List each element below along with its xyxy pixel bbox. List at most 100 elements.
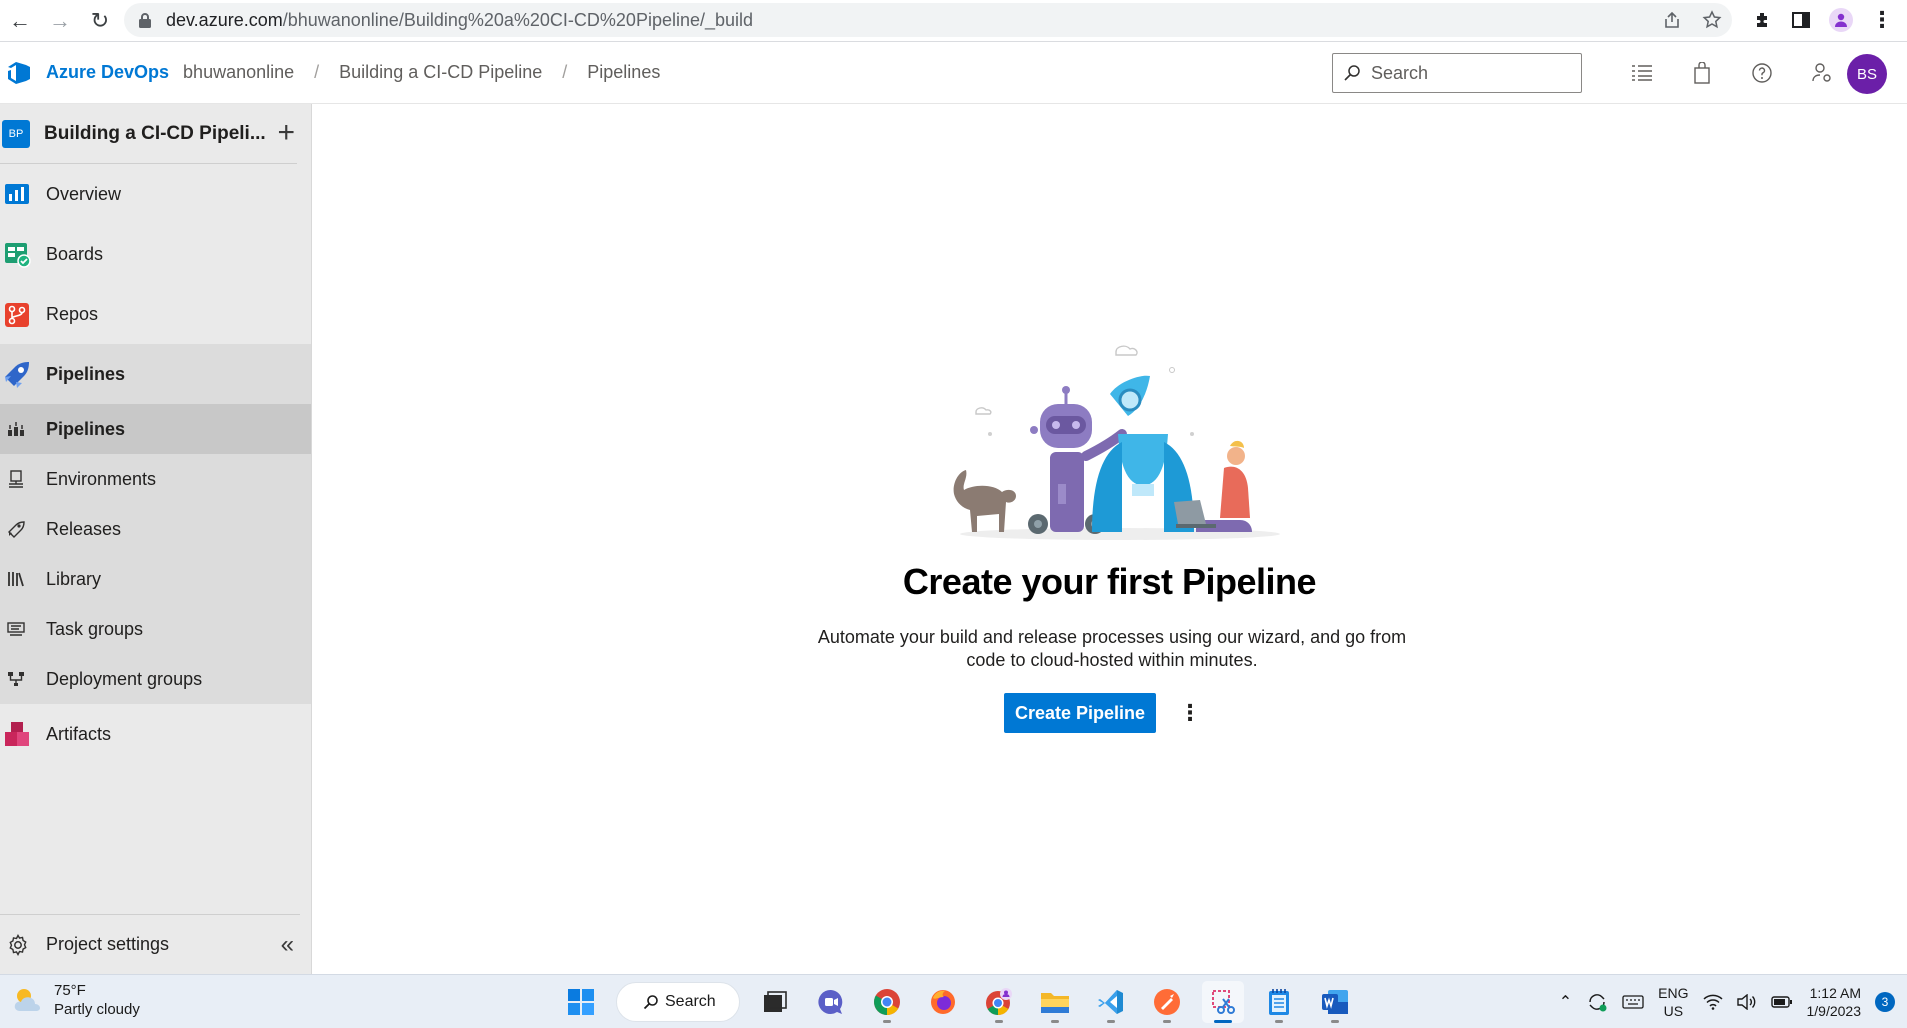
sidebar-subitem-deployment-groups[interactable]: Deployment groups (0, 654, 311, 704)
chevron-up-icon[interactable]: ⌃ (1559, 992, 1572, 1012)
sidebar-subitem-label: Task groups (46, 618, 144, 639)
project-settings-link[interactable]: Project settings « (0, 914, 300, 974)
brand-link[interactable]: Azure DevOps (46, 62, 169, 83)
sidebar-item-pipelines[interactable]: Pipelines (0, 344, 311, 404)
pipeline-illustration (953, 345, 1280, 540)
battery-icon[interactable] (1770, 995, 1793, 1009)
taskbar-app-postman[interactable] (1146, 981, 1188, 1023)
sidebar-item-label: Artifacts (46, 723, 112, 744)
reload-icon[interactable]: ↻ (80, 1, 120, 41)
sidebar-item-boards[interactable]: Boards (0, 224, 311, 284)
project-header[interactable]: BP Building a CI-CD Pipeli... + (0, 104, 311, 164)
sidebar-item-label: Pipelines (46, 363, 126, 384)
search-box[interactable]: Search (1332, 53, 1582, 93)
sidebar-subitem-library[interactable]: Library (0, 554, 311, 604)
add-icon[interactable]: + (277, 118, 295, 148)
breadcrumb-organization[interactable]: bhuwanonline (183, 62, 294, 83)
notification-badge[interactable]: 3 (1875, 992, 1895, 1012)
sidebar-subitem-label: Pipelines (46, 418, 126, 439)
url-path: /bhuwanonline/Building%20a%20CI-CD%20Pip… (282, 9, 754, 30)
user-settings-icon[interactable] (1792, 53, 1852, 93)
running-indicator (1163, 1020, 1171, 1023)
partly-cloudy-icon (14, 989, 40, 1011)
taskbar-app-firefox[interactable] (922, 981, 964, 1023)
snipping-tool-icon (1212, 990, 1235, 1014)
back-icon[interactable]: ← (0, 1, 40, 41)
clock-time: 1:12 AM (1809, 985, 1861, 1001)
taskbar-app-word[interactable] (1314, 981, 1356, 1023)
running-indicator (1107, 1020, 1115, 1023)
taskbar-app-chrome-profile[interactable] (978, 981, 1020, 1023)
pipelines-list-icon (6, 419, 26, 439)
collapse-sidebar-icon[interactable]: « (281, 931, 294, 959)
browser-toolbar: ← → ↻ dev.azure.com/bhuwanonline/Buildin… (0, 0, 1907, 42)
marketplace-bag-icon[interactable] (1672, 53, 1732, 93)
sidebar-subitem-label: Deployment groups (46, 668, 203, 689)
taskbar-app-file-explorer[interactable] (1034, 981, 1076, 1023)
sidebar-subitem-label: Releases (46, 518, 122, 539)
pipelines-submenu: Pipelines Environments Releases Library … (0, 404, 311, 704)
wifi-icon[interactable] (1702, 994, 1723, 1010)
sidebar-subitem-label: Library (46, 568, 102, 589)
start-button[interactable] (560, 981, 602, 1023)
keyboard-icon[interactable] (1622, 994, 1644, 1010)
page-description: Automate your build and release processe… (817, 627, 1407, 670)
share-icon[interactable] (1662, 10, 1682, 30)
repos-icon (2, 299, 32, 329)
notepad-icon (1269, 989, 1289, 1015)
sidebar-item-artifacts[interactable]: Artifacts (0, 704, 311, 764)
overview-icon (2, 179, 32, 209)
user-avatar[interactable]: BS (1847, 54, 1887, 94)
taskbar-app-snipping-tool[interactable] (1202, 981, 1244, 1023)
firefox-icon (931, 990, 955, 1014)
breadcrumb-project[interactable]: Building a CI-CD Pipeline (339, 62, 542, 83)
help-icon[interactable] (1732, 53, 1792, 93)
taskbar-app-vscode[interactable] (1090, 981, 1132, 1023)
system-tray: ⌃ ENG US 1:12 AM 1/9/2023 3 (1559, 979, 1895, 1025)
taskbar-app-chrome[interactable] (866, 981, 908, 1023)
taskbar-app-notepad[interactable] (1258, 981, 1300, 1023)
sync-icon[interactable] (1586, 992, 1608, 1012)
running-indicator (1051, 1020, 1059, 1023)
sidebar-item-overview[interactable]: Overview (0, 164, 311, 224)
address-bar[interactable]: dev.azure.com/bhuwanonline/Building%20a%… (124, 3, 1732, 37)
task-view-icon (764, 991, 787, 1012)
running-indicator (1214, 1020, 1232, 1023)
breadcrumb-pipelines[interactable]: Pipelines (587, 62, 660, 83)
volume-icon[interactable] (1736, 994, 1757, 1010)
sidebar-item-repos[interactable]: Repos (0, 284, 311, 344)
browser-profile-icon[interactable] (1829, 8, 1853, 32)
running-indicator (1331, 1020, 1339, 1023)
sidebar-subitem-environments[interactable]: Environments (0, 454, 311, 504)
running-indicator (1275, 1020, 1283, 1023)
forward-icon[interactable]: → (40, 1, 80, 41)
extensions-icon[interactable] (1753, 10, 1773, 30)
side-panel-icon[interactable] (1791, 10, 1811, 30)
project-name[interactable]: Building a CI-CD Pipeli... (44, 123, 266, 145)
project-badge: BP (2, 120, 30, 148)
project-sidebar: BP Building a CI-CD Pipeli... + Overview… (0, 104, 312, 974)
language-indicator[interactable]: ENG US (1658, 984, 1688, 1020)
work-items-list-icon[interactable] (1612, 53, 1672, 93)
weather-widget[interactable]: 75°F Partly cloudy (12, 981, 140, 1019)
environments-icon (6, 469, 26, 489)
bookmark-star-icon[interactable] (1702, 10, 1722, 30)
library-icon (6, 569, 26, 589)
more-options-icon[interactable]: ⋮ (1176, 693, 1204, 733)
chrome-icon (874, 989, 900, 1015)
clock[interactable]: 1:12 AM 1/9/2023 (1807, 984, 1862, 1020)
sidebar-subitem-task-groups[interactable]: Task groups (0, 604, 311, 654)
task-groups-icon (6, 619, 26, 639)
taskbar-app-teams-chat[interactable] (810, 981, 852, 1023)
browser-menu-icon[interactable]: ⋮ (1871, 7, 1893, 33)
divider (0, 163, 297, 164)
azure-devops-logo-icon[interactable] (2, 56, 36, 90)
taskbar-search[interactable]: Search (616, 982, 740, 1022)
sidebar-subitem-releases[interactable]: Releases (0, 504, 311, 554)
page-title: Create your first Pipeline (902, 561, 1317, 602)
task-view-button[interactable] (754, 981, 796, 1023)
create-pipeline-button[interactable]: Create Pipeline (1004, 693, 1156, 733)
sidebar-subitem-pipelines[interactable]: Pipelines (0, 404, 311, 454)
running-indicator (995, 1020, 1003, 1023)
deployment-groups-icon (6, 669, 26, 689)
